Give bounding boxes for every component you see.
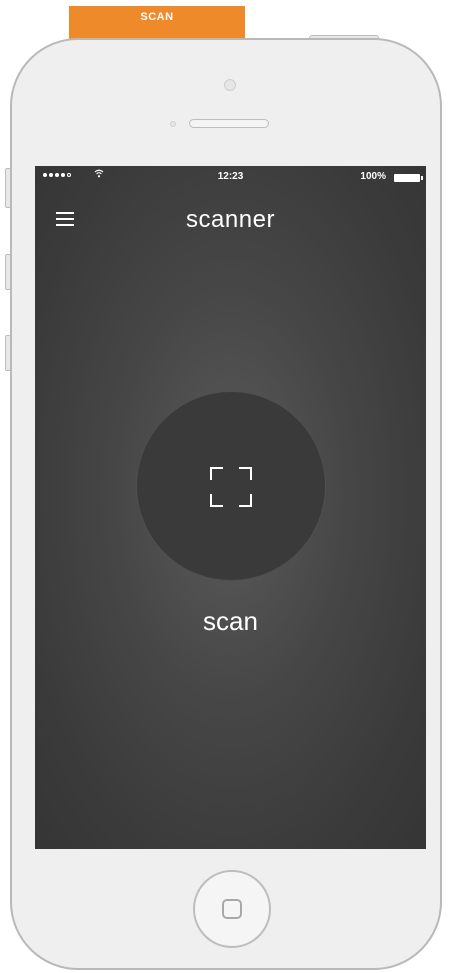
page: SCAN 12:23 100% scanner scan: [0, 0, 450, 973]
status-bar: 12:23 100%: [35, 166, 426, 188]
scan-tag-label: SCAN: [140, 11, 174, 23]
scan-frame-icon: [210, 467, 252, 507]
battery-icon: [394, 174, 423, 182]
home-square-icon: [222, 899, 242, 919]
page-title: scanner: [186, 206, 275, 233]
proximity-sensor: [170, 121, 176, 127]
earpiece-speaker: [189, 119, 269, 128]
phone-screen: 12:23 100% scanner scan: [35, 166, 426, 849]
front-camera: [224, 79, 236, 91]
home-button[interactable]: [193, 870, 271, 948]
scan-label[interactable]: scan: [35, 606, 426, 637]
battery-percentage: 100%: [360, 171, 386, 182]
scan-button[interactable]: [136, 391, 326, 581]
scan-tag-banner: SCAN: [69, 6, 245, 40]
